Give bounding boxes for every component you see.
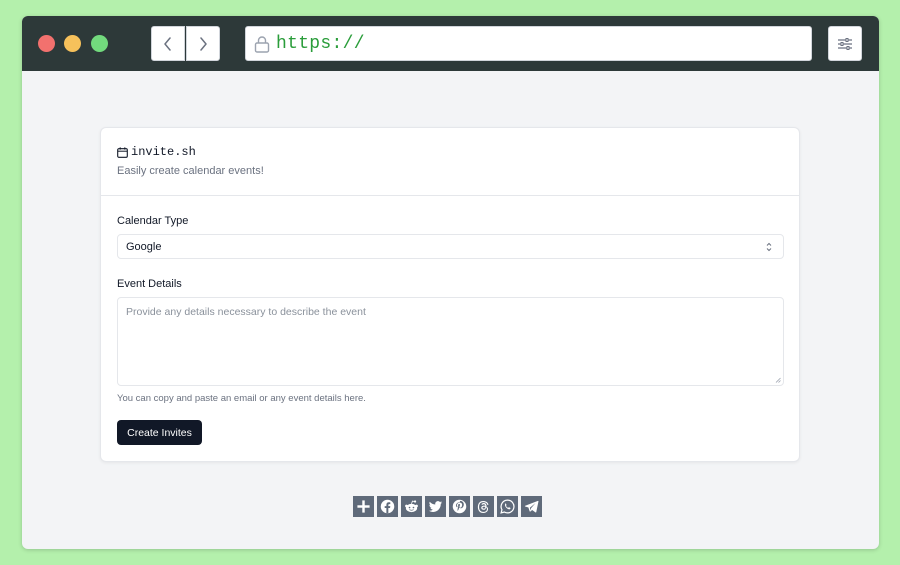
sliders-icon: [838, 37, 852, 50]
share-more-button[interactable]: [353, 496, 374, 517]
calendar-icon: [117, 146, 128, 158]
forward-button[interactable]: [186, 26, 220, 61]
share-whatsapp-button[interactable]: [497, 496, 518, 517]
calendar-type-label: Calendar Type: [117, 215, 189, 227]
twitter-icon: [428, 501, 443, 512]
chevron-right-icon: [200, 36, 207, 51]
threads-icon: [477, 500, 489, 513]
invite-form-card: invite.sh Easily create calendar events!…: [100, 127, 800, 462]
share-bar: [353, 496, 542, 517]
calendar-type-select[interactable]: Google: [117, 234, 784, 259]
whatsapp-icon: [500, 499, 515, 514]
browser-titlebar: https://: [22, 16, 879, 71]
chevron-left-icon: [164, 36, 171, 51]
share-threads-button[interactable]: [473, 496, 494, 517]
create-invites-button[interactable]: Create Invites: [117, 420, 202, 445]
share-pinterest-button[interactable]: [449, 496, 470, 517]
calendar-type-value: Google: [126, 240, 162, 253]
event-details-label: Event Details: [117, 278, 182, 290]
chevron-updown-icon: [766, 242, 772, 252]
event-details-hint: You can copy and paste an email or any e…: [117, 393, 366, 404]
pinterest-icon: [452, 499, 467, 514]
address-bar[interactable]: https://: [245, 26, 812, 61]
settings-button[interactable]: [828, 26, 862, 61]
share-twitter-button[interactable]: [425, 496, 446, 517]
browser-window: https:// invite.sh Easily create calenda…: [22, 16, 879, 549]
close-window-button[interactable]: [38, 35, 55, 52]
app-brand: invite.sh: [117, 145, 783, 159]
share-reddit-button[interactable]: [401, 496, 422, 517]
maximize-window-button[interactable]: [91, 35, 108, 52]
plus-icon: [357, 500, 370, 513]
share-telegram-button[interactable]: [521, 496, 542, 517]
reddit-icon: [405, 500, 418, 513]
event-details-textarea[interactable]: Provide any details necessary to describ…: [117, 297, 784, 386]
app-tagline: Easily create calendar events!: [117, 165, 264, 177]
url-text: https://: [276, 33, 365, 54]
back-button[interactable]: [151, 26, 185, 61]
minimize-window-button[interactable]: [64, 35, 81, 52]
resize-grip-icon[interactable]: [775, 377, 781, 383]
lock-icon: [254, 35, 270, 53]
event-details-placeholder: Provide any details necessary to describ…: [126, 306, 366, 318]
app-name: invite.sh: [131, 145, 196, 159]
card-header: invite.sh Easily create calendar events!: [101, 128, 799, 196]
facebook-icon: [380, 499, 395, 514]
share-facebook-button[interactable]: [377, 496, 398, 517]
telegram-icon: [524, 500, 539, 513]
